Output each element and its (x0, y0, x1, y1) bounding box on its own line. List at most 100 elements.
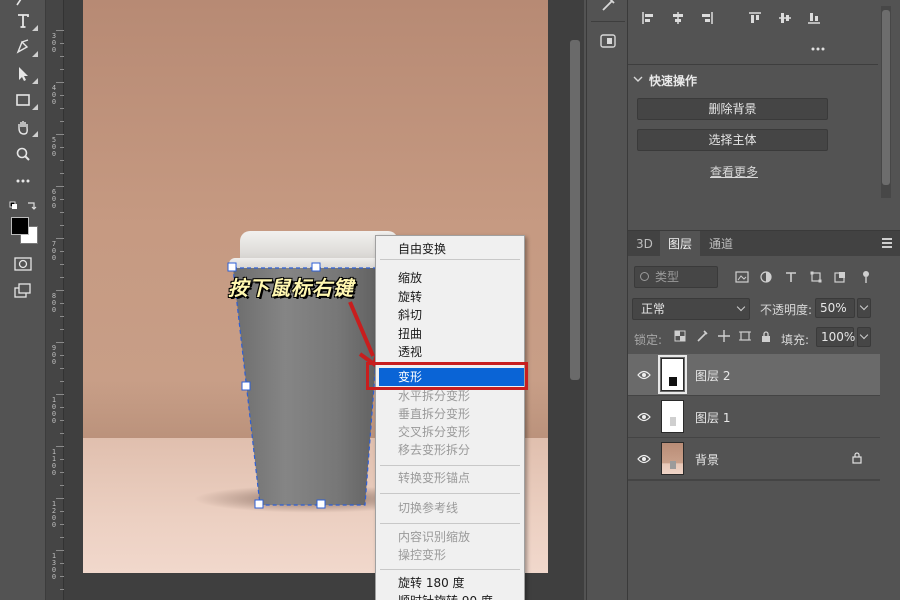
filter-pixel-icon[interactable] (734, 269, 750, 285)
menu-separator (380, 523, 520, 524)
align-bottom-icon[interactable] (805, 10, 823, 26)
more-options-icon[interactable] (810, 40, 826, 56)
thumbnail-content (670, 417, 676, 426)
ruler-number: 6 0 0 (51, 188, 57, 210)
screen-mode-icon[interactable] (10, 280, 36, 302)
filter-smart-object-icon[interactable] (832, 269, 848, 285)
panel-icon-strip (586, 0, 628, 600)
lock-icon[interactable] (850, 451, 864, 465)
learn-more-link[interactable]: 查看更多 (710, 163, 758, 180)
layer-row-2[interactable]: 图层 2 (628, 354, 880, 396)
opacity-dropdown-icon[interactable] (857, 298, 871, 318)
context-menu: 自由变换 缩放 旋转 斜切 扭曲 透视 变形 水平拆分变形 垂直拆分变形 交叉拆分变形 移去变形拆分… (375, 235, 525, 600)
tab-3d[interactable]: 3D (628, 231, 661, 257)
ruler-tick (56, 342, 64, 343)
type-tool-icon[interactable] (10, 10, 38, 32)
fill-dropdown-icon[interactable] (857, 327, 871, 347)
default-colors-icon[interactable] (6, 195, 40, 217)
quick-mask-icon[interactable] (10, 253, 36, 275)
menu-item[interactable]: 透视 (376, 343, 524, 361)
menu-item: 交叉拆分变形 (398, 425, 471, 439)
filter-type-icon[interactable] (783, 269, 799, 285)
filter-adjustment-icon[interactable] (758, 269, 774, 285)
pen-tool-icon[interactable] (10, 36, 38, 58)
ruler-tick (56, 82, 64, 83)
panel-scroll-thumb[interactable] (882, 10, 890, 185)
thumbnail-content (670, 461, 676, 469)
layers-tab-bar: 3D 图层 通道 (628, 230, 900, 257)
menu-item[interactable]: 缩放 (376, 269, 524, 287)
menu-item[interactable]: 旋转 180 度 (376, 574, 524, 592)
filter-toggle-icon[interactable] (858, 269, 874, 285)
menu-item: 移去变形拆分 (398, 443, 471, 457)
more-tools-icon[interactable] (10, 170, 36, 192)
right-panel: 快速操作 删除背景 选择主体 查看更多 3D 图层 通道 类型 正常 不透明度:… (628, 0, 900, 600)
section-divider (628, 64, 878, 65)
search-icon (640, 272, 649, 281)
rectangle-tool-icon[interactable] (10, 89, 38, 111)
vertical-ruler: 3 0 0 4 0 0 5 0 0 6 0 0 7 0 0 8 0 0 9 0 0 1 0 0… (46, 0, 64, 600)
lock-all-icon[interactable] (758, 328, 774, 344)
menu-item[interactable]: 自由变换 (376, 240, 524, 258)
align-left-icon[interactable] (639, 10, 657, 26)
align-top-icon[interactable] (746, 10, 764, 26)
ruler-tick (56, 446, 64, 447)
highlight-box (366, 362, 528, 390)
canvas-scrollbar[interactable] (570, 40, 580, 380)
lock-position-icon[interactable] (716, 328, 732, 344)
ruler-tick (56, 550, 64, 551)
panel-scrollbar[interactable] (881, 6, 891, 198)
zoom-tool-icon[interactable] (10, 143, 36, 165)
eye-icon[interactable] (636, 409, 652, 425)
ruler-tick (56, 30, 64, 31)
filter-shape-icon[interactable] (808, 269, 824, 285)
layer-row-background[interactable]: 背景 (628, 438, 880, 480)
tab-channels[interactable]: 通道 (701, 231, 741, 257)
ruler-tick (56, 394, 64, 395)
transform-handle-ml (241, 381, 251, 391)
lock-artboard-icon[interactable] (737, 328, 753, 344)
tools-panel (0, 0, 46, 600)
properties-panel-icon[interactable] (596, 30, 620, 52)
remove-background-button[interactable]: 删除背景 (637, 98, 828, 120)
thumbnail-content (669, 377, 677, 386)
opacity-field[interactable]: 50% (815, 298, 855, 318)
layer-thumbnail (658, 355, 687, 394)
quick-actions-title: 快速操作 (649, 74, 698, 88)
brush-panel-icon[interactable] (596, 0, 620, 16)
hand-tool-icon[interactable] (10, 116, 38, 138)
layer-thumbnail (661, 400, 684, 433)
menu-item[interactable]: 扭曲 (376, 325, 524, 343)
layer-row-1[interactable]: 图层 1 (628, 396, 880, 438)
ruler-number: 3 0 0 (51, 32, 57, 54)
menu-separator (380, 569, 520, 570)
align-vcenter-icon[interactable] (776, 10, 794, 26)
ruler-number: 4 0 0 (51, 84, 57, 106)
ruler-number: 1 1 0 0 (51, 448, 57, 477)
ruler-number: 1 0 0 0 (51, 396, 57, 425)
ruler-tick (56, 290, 64, 291)
ruler-number: 7 0 0 (51, 240, 57, 262)
eye-icon[interactable] (636, 451, 652, 467)
menu-item[interactable]: 顺时针旋转 90 度 (376, 592, 524, 600)
path-selection-icon[interactable] (10, 63, 38, 85)
ruler-number: 1 3 0 0 (51, 552, 57, 581)
panel-menu-icon[interactable] (882, 238, 892, 248)
chevron-down-icon[interactable] (633, 74, 643, 84)
blend-mode-select[interactable]: 正常 (632, 298, 750, 320)
fill-field[interactable]: 100% (816, 327, 855, 347)
menu-item[interactable]: 旋转 (376, 288, 524, 306)
tab-layers[interactable]: 图层 (660, 231, 701, 257)
align-right-icon[interactable] (698, 10, 716, 26)
foreground-color-swatch[interactable] (11, 217, 29, 235)
select-subject-button[interactable]: 选择主体 (637, 129, 828, 151)
layer-thumbnail (661, 442, 684, 475)
align-hcenter-icon[interactable] (669, 10, 687, 26)
fill-label: 填充: (781, 333, 810, 347)
menu-item[interactable]: 斜切 (376, 306, 524, 324)
lock-image-icon[interactable] (694, 328, 710, 344)
eye-icon[interactable] (636, 367, 652, 383)
lock-transparent-icon[interactable] (672, 328, 688, 344)
menu-item: 内容识别缩放 (398, 530, 471, 544)
annotation-text: 按下鼠标右键 (228, 276, 354, 300)
